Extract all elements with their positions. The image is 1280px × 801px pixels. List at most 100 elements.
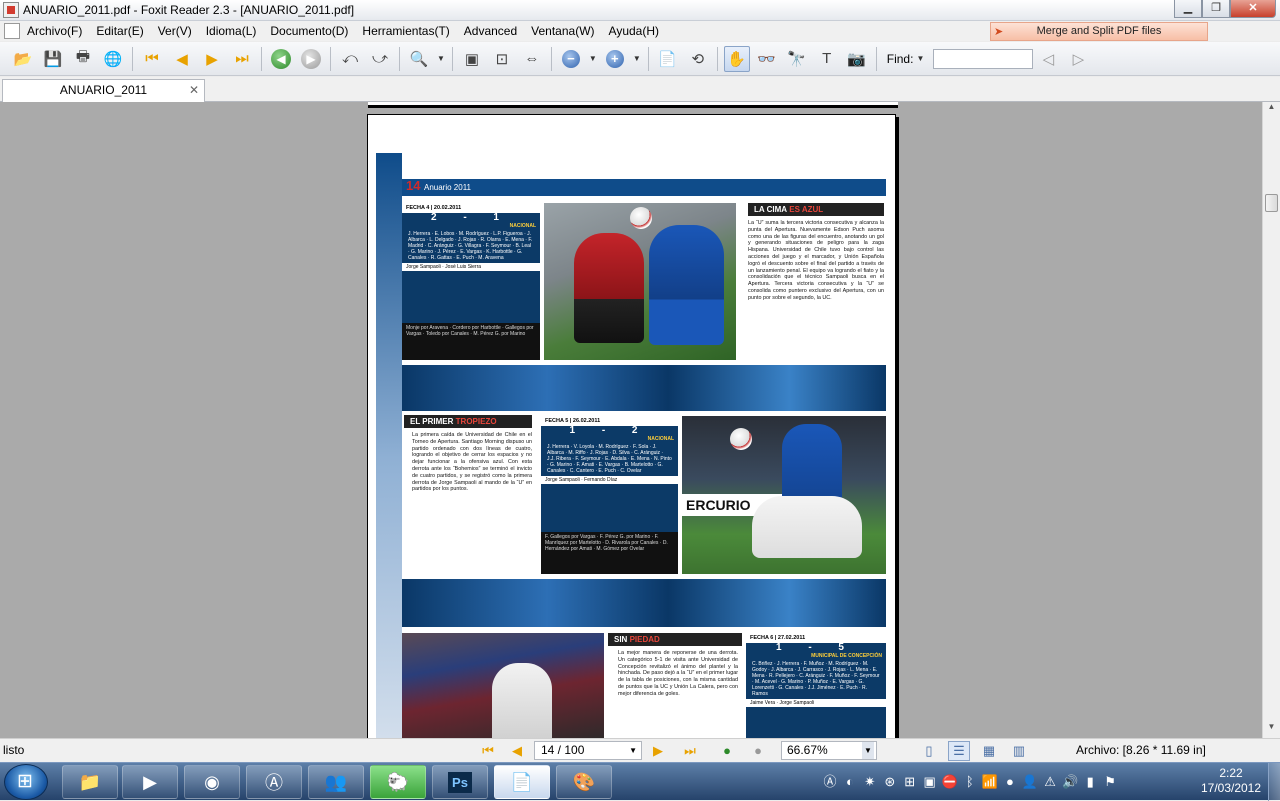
save-icon[interactable]: 💾 — [40, 46, 66, 72]
actual-size-icon[interactable]: ▣ — [459, 46, 485, 72]
game-taskbar-icon[interactable]: 🐑 — [370, 765, 426, 799]
status-back-view-icon[interactable]: ● — [719, 743, 735, 759]
player-white-shirt — [752, 496, 862, 558]
show-desktop-button[interactable] — [1268, 763, 1280, 801]
vertical-scrollbar[interactable]: ▲ ▼ — [1262, 102, 1280, 738]
back-view-icon[interactable]: ◀ — [268, 46, 294, 72]
find-input[interactable] — [933, 48, 1034, 69]
explorer-taskbar-icon[interactable]: 📁 — [62, 765, 118, 799]
menu-ver[interactable]: Ver(V) — [151, 21, 199, 41]
status-first-page-icon[interactable]: ⏮ — [480, 743, 496, 759]
tray-window-icon[interactable]: ▣ — [922, 772, 938, 792]
tray-stop-icon[interactable]: ⛔ — [942, 772, 958, 792]
pdf-page: Anuario 2011 14 FECHA 4 | 20.02.2011 2 -… — [367, 114, 896, 738]
paint-taskbar-icon[interactable]: 🎨 — [556, 765, 612, 799]
menu-herramientas[interactable]: Herramientas(T) — [355, 21, 456, 41]
page-number-field[interactable]: 14 / 100 ▼ — [534, 741, 642, 760]
chrome-taskbar-icon[interactable]: ◉ — [184, 765, 240, 799]
tray-app-icon[interactable]: ◐ — [842, 772, 858, 792]
foxit-app-icon[interactable] — [3, 2, 19, 18]
single-page-layout-icon[interactable]: ▯ — [918, 741, 940, 761]
facing-layout-icon[interactable]: ▦ — [978, 741, 1000, 761]
rotate-right-icon[interactable]: ⤻ — [367, 46, 393, 72]
continuous-page-icon[interactable]: ⟲ — [685, 46, 711, 72]
reading-glasses-icon[interactable]: 👓 — [754, 46, 780, 72]
continuous-layout-icon[interactable]: ☰ — [948, 741, 970, 761]
status-next-page-icon[interactable]: ▶ — [650, 743, 666, 759]
scroll-up-icon[interactable]: ▲ — [1264, 102, 1279, 118]
menu-documento[interactable]: Documento(D) — [263, 21, 355, 41]
document-icon[interactable] — [4, 23, 20, 39]
minimize-button[interactable]: ▁ — [1174, 0, 1202, 18]
rotate-left-icon[interactable]: ⤺ — [337, 46, 363, 72]
find-options-dropdown-icon[interactable]: ▼ — [916, 54, 924, 63]
continuous-facing-layout-icon[interactable]: ▥ — [1008, 741, 1030, 761]
menu-archivo[interactable]: Archivo(F) — [20, 21, 89, 41]
next-page-icon[interactable]: ▶ — [199, 46, 225, 72]
previous-page-icon[interactable]: ◀ — [169, 46, 195, 72]
media-player-taskbar-icon[interactable]: ▶ — [122, 765, 178, 799]
hand-tool-icon[interactable]: ✋ — [723, 45, 750, 72]
taskbar-clock[interactable]: 2:22 17/03/2012 — [1195, 766, 1267, 796]
print-icon[interactable]: 🖶 — [70, 46, 96, 72]
find-previous-icon[interactable]: ◁ — [1035, 46, 1061, 72]
scroll-down-icon[interactable]: ▼ — [1264, 722, 1279, 738]
forward-view-icon[interactable]: ▶ — [298, 46, 324, 72]
zoom-out-dropdown-icon[interactable]: ▼ — [589, 54, 597, 63]
tray-warning-icon[interactable]: ⚠ — [1042, 772, 1058, 792]
tray-flag-icon[interactable]: ⚑ — [1102, 772, 1118, 792]
maximize-button[interactable]: ❐ — [1202, 0, 1230, 18]
app-a-taskbar-icon[interactable]: Ⓐ — [246, 765, 302, 799]
fit-width-icon[interactable]: ⇔ — [519, 46, 545, 72]
last-page-icon[interactable]: ⏭ — [229, 46, 255, 72]
menu-editar[interactable]: Editar(E) — [89, 21, 150, 41]
merge-split-promo-link[interactable]: ➤ Merge and Split PDF files — [990, 22, 1208, 41]
zoom-level-field[interactable]: 66.67% ▼ — [781, 741, 877, 760]
status-last-page-icon[interactable]: ⏭ — [682, 743, 698, 759]
close-button[interactable]: ✕ — [1230, 0, 1276, 18]
tray-user-icon[interactable]: 👤 — [1022, 772, 1038, 792]
page-dropdown-icon[interactable]: ▼ — [629, 742, 637, 759]
photoshop-taskbar-icon[interactable]: Ps — [432, 765, 488, 799]
first-page-icon[interactable]: ⏮ — [139, 46, 165, 72]
wifi-icon[interactable]: 📶 — [982, 772, 998, 792]
tray-globe-icon[interactable]: ● — [1002, 772, 1018, 792]
status-previous-page-icon[interactable]: ◀ — [509, 743, 525, 759]
window-controls: ▁ ❐ ✕ — [1174, 0, 1276, 18]
zoom-out-icon[interactable]: − — [558, 46, 584, 72]
binoculars-icon[interactable]: 🔭 — [784, 46, 810, 72]
zoom-in-icon[interactable]: + — [602, 46, 628, 72]
bluetooth-icon[interactable]: ᛒ — [962, 772, 978, 792]
volume-icon[interactable]: 🔊 — [1062, 772, 1078, 792]
find-next-icon[interactable]: ▷ — [1065, 46, 1091, 72]
single-page-icon[interactable]: 📄 — [655, 46, 681, 72]
snapshot-camera-icon[interactable]: 📷 — [844, 46, 870, 72]
menu-idioma[interactable]: Idioma(L) — [199, 21, 264, 41]
zoom-in-tool-icon[interactable]: 🔍 — [406, 46, 432, 72]
tray-network-icon[interactable]: ⊞ — [902, 772, 918, 792]
menu-advanced[interactable]: Advanced — [457, 21, 524, 41]
document-viewport[interactable]: Anuario 2011 14 FECHA 4 | 20.02.2011 2 -… — [0, 102, 1262, 738]
tab-close-icon[interactable]: ✕ — [189, 80, 199, 101]
tab-anuario-2011[interactable]: ANUARIO_2011 ✕ — [2, 79, 205, 102]
status-forward-view-icon[interactable]: ● — [750, 743, 766, 759]
match-score: 1 - 5 — [775, 642, 856, 653]
fit-page-icon[interactable]: ⊡ — [489, 46, 515, 72]
zoom-in-dropdown-icon[interactable]: ▼ — [633, 54, 641, 63]
zoom-tool-dropdown-icon[interactable]: ▼ — [437, 54, 445, 63]
start-button[interactable] — [4, 764, 48, 800]
article-title: SIN PIEDAD — [608, 633, 742, 646]
tray-meter-icon[interactable]: ▮ — [1082, 772, 1098, 792]
email-globe-icon[interactable]: 🌐 — [100, 46, 126, 72]
messenger-taskbar-icon[interactable]: 👥 — [308, 765, 364, 799]
open-folder-icon[interactable]: 📂 — [10, 46, 36, 72]
foxit-taskbar-icon[interactable]: 📄 — [494, 765, 550, 799]
tray-star-icon[interactable]: ✷ — [862, 772, 878, 792]
scroll-thumb[interactable] — [1265, 194, 1278, 212]
text-select-icon[interactable]: T — [814, 46, 840, 72]
menu-ventana[interactable]: Ventana(W) — [524, 21, 601, 41]
zoom-dropdown-icon[interactable]: ▼ — [862, 742, 874, 759]
tray-shield-icon[interactable]: ⊛ — [882, 772, 898, 792]
tray-app-a-icon[interactable]: Ⓐ — [822, 772, 838, 792]
menu-ayuda[interactable]: Ayuda(H) — [602, 21, 666, 41]
